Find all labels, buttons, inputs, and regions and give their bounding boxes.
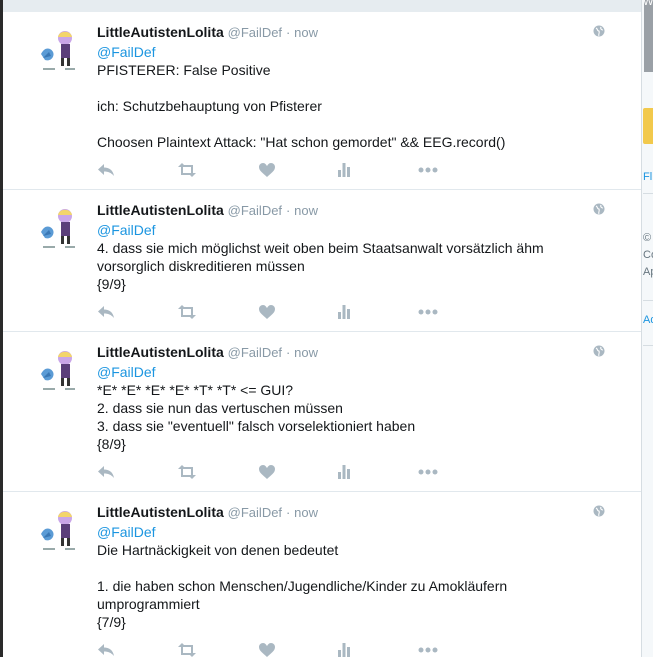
reply-icon[interactable]	[97, 465, 115, 479]
retweet-icon[interactable]	[177, 163, 197, 177]
heart-icon[interactable]	[259, 305, 275, 319]
timestamp[interactable]: now	[294, 345, 318, 360]
sidebar-banner	[644, 0, 653, 72]
user-handle[interactable]: @FailDef	[228, 203, 282, 218]
display-name[interactable]: LittleAutistenLolita	[97, 504, 224, 520]
more-icon[interactable]	[418, 465, 438, 479]
tweet-text: @FailDef Die Hartnäckigkeit von denen be…	[97, 523, 607, 631]
avatar[interactable]	[39, 28, 83, 72]
tweet-body: PFISTERER: False Positive ich: Schutzbeh…	[97, 62, 506, 150]
user-handle[interactable]: @FailDef	[228, 505, 282, 520]
analytics-icon[interactable]	[338, 305, 350, 319]
tweet[interactable]: LittleAutistenLolita @FailDef · now @Fai…	[3, 332, 641, 492]
mention-link[interactable]: @FailDef	[97, 524, 156, 540]
tweet-body: Die Hartnäckigkeit von denen bedeutet 1.…	[97, 542, 508, 630]
right-sidebar: W Fl © Co Ap Ad	[641, 0, 653, 657]
globe-icon	[593, 344, 605, 357]
user-handle[interactable]: @FailDef	[228, 25, 282, 40]
separator-dot: ·	[285, 25, 291, 40]
tweet[interactable]: LittleAutistenLolita @FailDef · now @Fai…	[3, 492, 641, 657]
avatar[interactable]	[39, 348, 83, 392]
sidebar-fragment: Ap	[643, 266, 653, 278]
tweet-body: 4. dass sie mich möglichst weit oben bei…	[97, 240, 544, 292]
heart-icon[interactable]	[259, 163, 275, 177]
tweet-actions	[97, 457, 607, 491]
tweet-header: LittleAutistenLolita @FailDef · now	[97, 342, 607, 363]
divider	[643, 345, 653, 346]
display-name[interactable]: LittleAutistenLolita	[97, 202, 224, 218]
globe-icon	[593, 504, 605, 517]
tweet-header: LittleAutistenLolita @FailDef · now	[97, 22, 607, 43]
display-name[interactable]: LittleAutistenLolita	[97, 24, 224, 40]
tweet-header: LittleAutistenLolita @FailDef · now	[97, 502, 607, 523]
mention-link[interactable]: @FailDef	[97, 222, 156, 238]
tweet[interactable]: LittleAutistenLolita @FailDef · now @Fai…	[3, 190, 641, 332]
divider	[643, 193, 653, 194]
heart-icon[interactable]	[259, 643, 275, 657]
reply-icon[interactable]	[97, 305, 115, 319]
tweet[interactable]: LittleAutistenLolita @FailDef · now @Fai…	[3, 12, 641, 190]
timestamp[interactable]: now	[294, 505, 318, 520]
analytics-icon[interactable]	[338, 643, 350, 657]
tweet-body: *E* *E* *E* *E* *T* *T* <= GUI? 2. dass …	[97, 382, 416, 452]
timestamp[interactable]: now	[294, 203, 318, 218]
more-icon[interactable]	[418, 643, 438, 657]
analytics-icon[interactable]	[338, 163, 350, 177]
tweet-timeline: LittleAutistenLolita @FailDef · now @Fai…	[3, 12, 641, 657]
retweet-icon[interactable]	[177, 643, 197, 657]
more-icon[interactable]	[418, 305, 438, 319]
sidebar-fragment: ©	[643, 232, 652, 244]
display-name[interactable]: LittleAutistenLolita	[97, 344, 224, 360]
tweet-text: @FailDef PFISTERER: False Positive ich: …	[97, 43, 607, 151]
heart-icon[interactable]	[259, 465, 275, 479]
top-strip	[0, 0, 653, 12]
globe-icon	[593, 24, 605, 37]
user-handle[interactable]: @FailDef	[228, 345, 282, 360]
separator-dot: ·	[285, 203, 291, 218]
reply-icon[interactable]	[97, 163, 115, 177]
retweet-icon[interactable]	[177, 465, 197, 479]
tweet-actions	[97, 635, 607, 657]
sidebar-link[interactable]: Fl	[643, 171, 652, 183]
sidebar-link[interactable]: Ad	[643, 314, 653, 326]
more-icon[interactable]	[418, 163, 438, 177]
tweet-text: @FailDef 4. dass sie mich möglichst weit…	[97, 221, 607, 293]
mention-link[interactable]: @FailDef	[97, 44, 156, 60]
avatar[interactable]	[39, 206, 83, 250]
timestamp[interactable]: now	[294, 25, 318, 40]
sidebar-image[interactable]	[643, 108, 653, 144]
sidebar-fragment: W	[643, 0, 653, 8]
retweet-icon[interactable]	[177, 305, 197, 319]
avatar[interactable]	[39, 508, 83, 552]
mention-link[interactable]: @FailDef	[97, 364, 156, 380]
separator-dot: ·	[285, 505, 291, 520]
tweet-actions	[97, 155, 607, 189]
sidebar-fragment: Co	[643, 249, 653, 261]
tweet-text: @FailDef *E* *E* *E* *E* *T* *T* <= GUI?…	[97, 363, 607, 453]
separator-dot: ·	[285, 345, 291, 360]
tweet-header: LittleAutistenLolita @FailDef · now	[97, 200, 607, 221]
globe-icon	[593, 202, 605, 215]
divider	[643, 300, 653, 301]
analytics-icon[interactable]	[338, 465, 350, 479]
reply-icon[interactable]	[97, 643, 115, 657]
tweet-actions	[97, 297, 607, 331]
